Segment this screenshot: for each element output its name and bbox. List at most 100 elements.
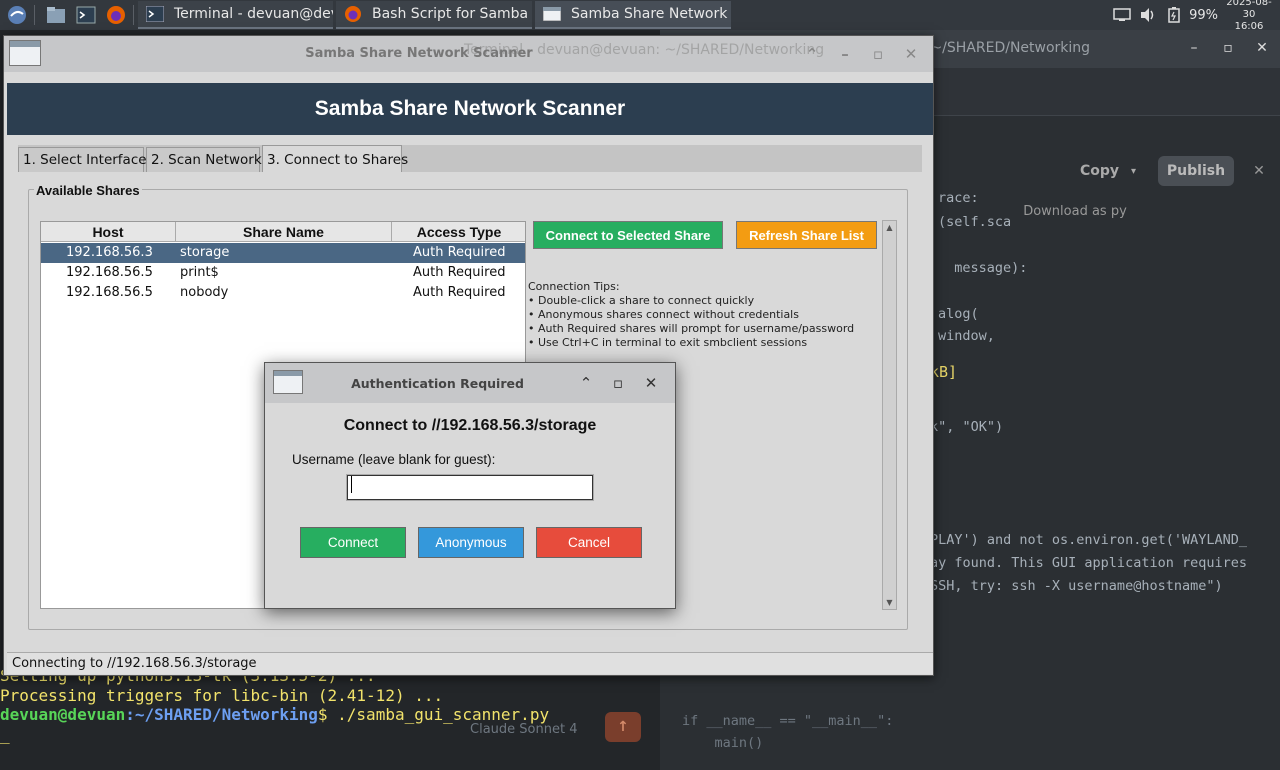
cell-host: 192.168.56.3 xyxy=(66,245,153,260)
chevron-down-icon: ▾ xyxy=(1131,165,1137,177)
dialog-titlebar: Authentication Required ⌃ ▫ ✕ xyxy=(265,363,675,403)
column-header-share-name[interactable]: Share Name xyxy=(176,222,392,242)
code-line: main() xyxy=(682,735,764,751)
tab-label: 1. Select Interface xyxy=(23,152,147,168)
app-menu-icon[interactable] xyxy=(4,2,30,28)
close-artifact-icon[interactable]: ✕ xyxy=(1246,156,1272,186)
minimize-icon[interactable]: – xyxy=(1184,38,1204,58)
firefox-launcher-icon[interactable] xyxy=(103,2,129,28)
tab-connect-to-shares[interactable]: 3. Connect to Shares xyxy=(262,145,408,172)
copy-button[interactable]: Copy ▾ xyxy=(1066,156,1150,186)
dialog-heading: Connect to //192.168.56.3/storage xyxy=(343,417,597,434)
button-label: Connect to Selected Share xyxy=(545,227,711,243)
taskbar: Terminal - devuan@devu... Bash Script fo… xyxy=(0,0,1280,33)
prompt-path: :~/SHARED/Networking xyxy=(125,705,318,724)
table-row[interactable]: 192.168.56.5 nobody Auth Required xyxy=(41,283,525,303)
table-row[interactable]: 192.168.56.3 storage Auth Required xyxy=(41,243,525,263)
button-label: Connect xyxy=(327,535,379,550)
terminal-line: Processing triggers for libc-bin (2.41-1… xyxy=(0,686,444,705)
connect-button[interactable]: Connect xyxy=(300,527,406,558)
app-header: Samba Share Network Scanner xyxy=(7,83,933,135)
close-icon[interactable]: ✕ xyxy=(641,373,661,393)
tip-item: • Use Ctrl+C in terminal to exit smbclie… xyxy=(528,336,808,349)
username-label: Username (leave blank for guest): xyxy=(292,452,496,467)
send-button[interactable]: ↑ xyxy=(605,712,641,742)
tips-title: Connection Tips: xyxy=(528,280,620,293)
task-samba-scanner[interactable]: Samba Share Network Sc... xyxy=(535,1,731,29)
maximize-icon[interactable]: ▫ xyxy=(1218,38,1238,58)
window-icon xyxy=(9,40,41,66)
window-title: Samba Share Network Scanner xyxy=(305,46,533,61)
scroll-up-icon[interactable]: ▲ xyxy=(883,221,896,234)
window-titlebar: Terminal - devuan@devuan: ~/SHARED/Netwo… xyxy=(4,36,933,72)
download-tooltip: Download as py xyxy=(1015,196,1135,226)
cell-share-name: print$ xyxy=(180,265,219,280)
tab-select-interface[interactable]: 1. Select Interface xyxy=(18,147,147,172)
task-label: Terminal - devuan@devu... xyxy=(174,6,333,22)
username-input[interactable] xyxy=(346,474,594,501)
button-label: Refresh Share List xyxy=(749,227,864,243)
button-label: Anonymous xyxy=(435,535,507,550)
vertical-scrollbar[interactable]: ▲ ▼ xyxy=(882,220,897,610)
tip-item: • Auth Required shares will prompt for u… xyxy=(528,322,855,335)
task-terminal[interactable]: Terminal - devuan@devu... xyxy=(138,1,333,29)
firefox-icon xyxy=(344,4,362,24)
tip-item: • Anonymous shares connect without crede… xyxy=(528,308,799,321)
clock[interactable]: 2025-08-30 16:06 xyxy=(1224,0,1274,33)
cell-access-type: Auth Required xyxy=(413,265,506,280)
taskbar-separator xyxy=(34,5,35,25)
column-header-host[interactable]: Host xyxy=(41,222,176,242)
terminal-icon xyxy=(146,4,164,24)
code-line: window, xyxy=(938,328,995,344)
tab-label: 3. Connect to Shares xyxy=(267,152,409,168)
window-icon xyxy=(273,370,303,394)
task-firefox[interactable]: Bash Script for Samba N... xyxy=(336,1,532,29)
window-icon xyxy=(543,4,561,24)
cell-host: 192.168.56.5 xyxy=(66,265,153,280)
code-line: SSH, try: ssh -X username@hostname") xyxy=(930,578,1223,594)
terminal-prompt: devuan@devuan:~/SHARED/Networking$ ./sam… xyxy=(0,705,549,724)
terminal-cursor: _ xyxy=(0,725,10,744)
close-icon[interactable]: ✕ xyxy=(900,43,922,65)
prompt-user: devuan@devuan xyxy=(0,705,126,724)
table-row[interactable]: 192.168.56.5 print$ Auth Required xyxy=(41,263,525,283)
file-manager-icon[interactable] xyxy=(43,2,69,28)
tab-scan-network[interactable]: 2. Scan Network xyxy=(146,147,262,172)
column-header-access-type[interactable]: Access Type xyxy=(392,222,525,242)
terminal-launcher-icon[interactable] xyxy=(73,2,99,28)
connect-selected-share-button[interactable]: Connect to Selected Share xyxy=(533,221,723,249)
code-line: race: xyxy=(938,190,979,206)
scroll-down-icon[interactable]: ▼ xyxy=(883,596,896,609)
code-line: k", "OK") xyxy=(930,419,1004,435)
tip-item: • Double-click a share to connect quickl… xyxy=(528,294,755,307)
refresh-share-list-button[interactable]: Refresh Share List xyxy=(736,221,877,249)
publish-button[interactable]: Publish xyxy=(1158,156,1234,186)
model-label: Claude Sonnet 4 xyxy=(470,722,578,737)
shade-icon[interactable]: ⌃ xyxy=(801,43,823,65)
dialog-title: Authentication Required xyxy=(351,376,524,391)
code-line: message): xyxy=(938,260,1028,276)
minimize-icon[interactable]: – xyxy=(834,43,856,65)
code-line: if __name__ == "__main__": xyxy=(682,713,894,729)
download-label: Download as py xyxy=(1023,203,1127,219)
volume-icon[interactable] xyxy=(1135,0,1161,30)
system-tray: 99% 2025-08-30 16:06 xyxy=(1109,0,1280,33)
maximize-icon[interactable]: ▫ xyxy=(608,373,628,393)
cancel-button[interactable]: Cancel xyxy=(536,527,642,558)
battery-icon[interactable] xyxy=(1161,0,1187,30)
code-line: kB] xyxy=(930,363,958,381)
tab-bar: 1. Select Interface 2. Scan Network 3. C… xyxy=(18,145,922,172)
taskbar-separator xyxy=(133,5,134,25)
close-icon[interactable]: ✕ xyxy=(1252,38,1272,58)
copy-label: Copy xyxy=(1079,163,1119,179)
authentication-dialog: Authentication Required ⌃ ▫ ✕ Connect to… xyxy=(264,362,676,609)
maximize-icon[interactable]: ▫ xyxy=(867,43,889,65)
anonymous-button[interactable]: Anonymous xyxy=(418,527,524,558)
task-label: Bash Script for Samba N... xyxy=(372,6,532,22)
connection-tips: Connection Tips: • Double-click a share … xyxy=(528,280,858,350)
code-line: PLAY') and not os.environ.get('WAYLAND_ xyxy=(930,532,1247,548)
shade-icon[interactable]: ⌃ xyxy=(576,373,596,393)
task-label: Samba Share Network Sc... xyxy=(571,6,731,22)
display-icon[interactable] xyxy=(1109,0,1135,30)
code-line: ay found. This GUI application requires xyxy=(930,555,1247,571)
